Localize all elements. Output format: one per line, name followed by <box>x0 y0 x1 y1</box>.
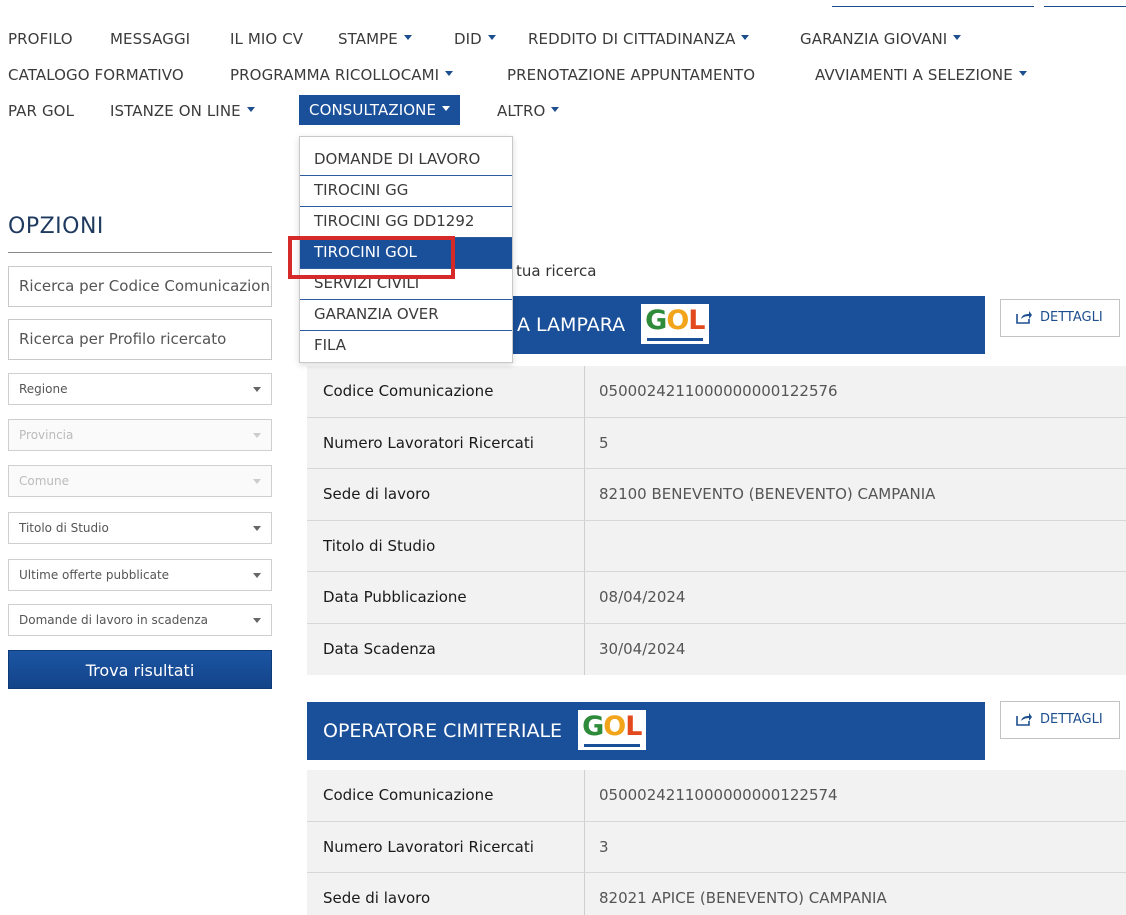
select-regione[interactable]: Regione <box>8 373 272 405</box>
share-icon <box>1016 712 1032 726</box>
gol-logo-bar <box>647 337 704 341</box>
gol-logo-bar <box>584 743 641 747</box>
result-card-header: OPERATORE CIMITERIALE GOL <box>307 702 985 760</box>
details-button[interactable]: DETTAGLI <box>1000 701 1120 739</box>
table-row: Codice Comunicazione 05000242110000000001… <box>307 770 1126 822</box>
nav-item-par-gol[interactable]: PAR GOL <box>8 96 74 126</box>
details-label: DETTAGLI <box>1040 310 1103 325</box>
share-icon <box>1016 310 1032 324</box>
gol-logo-text: GOL <box>645 304 705 336</box>
row-label: Sede di lavoro <box>323 889 431 907</box>
top-rule-right <box>1044 6 1126 7</box>
row-label: Codice Comunicazione <box>323 786 494 804</box>
sidebar-title: OPZIONI <box>8 214 104 239</box>
chevron-down-icon <box>253 433 261 438</box>
nav-item-reddito-di-cittadinanza[interactable]: REDDITO DI CITTADINANZA <box>528 24 750 54</box>
caret-down-icon <box>953 35 962 40</box>
nav-item-prenotazione-appuntamento[interactable]: PRENOTAZIONE APPUNTAMENTO <box>507 60 755 90</box>
row-value: 3 <box>599 837 609 856</box>
row-label: Numero Lavoratori Ricercati <box>323 837 534 856</box>
chevron-down-icon <box>253 479 261 484</box>
select-ultime-offerte[interactable]: Ultime offerte pubblicate <box>8 559 272 591</box>
nav-item-avviamenti-a-selezione[interactable]: AVVIAMENTI A SELEZIONE <box>815 60 1027 90</box>
nav-row-3: PAR GOL ISTANZE ON LINE CONSULTAZIONE AL… <box>0 95 1126 132</box>
result-title: OPERATORE CIMITERIALE <box>323 720 563 742</box>
gol-logo-text: GOL <box>582 710 642 742</box>
table-row: Codice Comunicazione 05000242110000000001… <box>307 366 1126 418</box>
main-nav: PROFILO MESSAGGI IL MIO CV STAMPE DID RE… <box>0 24 1126 132</box>
table-row: Sede di lavoro 82021 APICE (BENEVENTO) CA… <box>307 873 1126 915</box>
nav-item-catalogo-formativo[interactable]: CATALOGO FORMATIVO <box>8 60 184 90</box>
nav-item-profilo[interactable]: PROFILO <box>8 24 73 54</box>
row-label: Numero Lavoratori Ricercati <box>323 433 534 452</box>
highlight-box <box>288 236 455 279</box>
caret-down-icon <box>445 71 454 76</box>
row-value: 08/04/2024 <box>599 588 686 606</box>
row-value: 5 <box>599 433 609 452</box>
row-label: Data Pubblicazione <box>323 588 467 606</box>
table-row: Data Scadenza 30/04/2024 <box>307 624 1126 676</box>
row-label: Titolo di Studio <box>323 536 436 555</box>
result-title: A LAMPARA <box>517 314 626 336</box>
result-details-table: Codice Comunicazione 05000242110000000001… <box>307 366 1126 675</box>
menu-item-garanzia-over[interactable]: GARANZIA OVER <box>300 300 512 331</box>
search-code-input[interactable]: Ricerca per Codice Comunicazione <box>8 266 272 307</box>
gol-logo: GOL <box>578 709 647 750</box>
nav-item-garanzia-giovani[interactable]: GARANZIA GIOVANI <box>800 24 962 54</box>
row-value: 0500024211000000000122574 <box>599 786 838 804</box>
details-button[interactable]: DETTAGLI <box>1000 299 1120 337</box>
nav-item-messaggi[interactable]: MESSAGGI <box>110 24 190 54</box>
select-comune[interactable]: Comune <box>8 465 272 497</box>
caret-down-icon <box>442 106 451 111</box>
row-value: 82021 APICE (BENEVENTO) CAMPANIA <box>599 889 887 907</box>
chevron-down-icon <box>253 618 261 623</box>
menu-item-tirocini-gg-dd1292[interactable]: TIROCINI GG DD1292 <box>300 207 512 238</box>
caret-down-icon <box>487 35 496 40</box>
caret-down-icon <box>1018 71 1027 76</box>
chevron-down-icon <box>253 526 261 531</box>
caret-down-icon <box>246 107 255 112</box>
caret-down-icon <box>403 35 412 40</box>
chevron-down-icon <box>253 387 261 392</box>
find-results-button[interactable]: Trova risultati <box>8 650 272 689</box>
nav-item-programma-ricollocami[interactable]: PROGRAMMA RICOLLOCAMI <box>230 60 454 90</box>
nav-item-did[interactable]: DID <box>454 24 496 54</box>
row-label: Data Scadenza <box>323 639 436 658</box>
details-label: DETTAGLI <box>1040 712 1103 727</box>
menu-item-fila[interactable]: FILA <box>300 331 512 362</box>
row-value: 82100 BENEVENTO (BENEVENTO) CAMPANIA <box>599 485 936 503</box>
row-value: 30/04/2024 <box>599 639 686 658</box>
nav-item-il-mio-cv[interactable]: IL MIO CV <box>230 24 303 54</box>
select-titolo-di-studio[interactable]: Titolo di Studio <box>8 512 272 544</box>
table-row: Data Pubblicazione 08/04/2024 <box>307 572 1126 624</box>
chevron-down-icon <box>253 573 261 578</box>
select-domande-in-scadenza[interactable]: Domande di lavoro in scadenza <box>8 604 272 636</box>
table-row: Titolo di Studio <box>307 521 1126 572</box>
nav-row-2: CATALOGO FORMATIVO PROGRAMMA RICOLLOCAMI… <box>0 60 1126 96</box>
row-label: Sede di lavoro <box>323 485 431 503</box>
top-rule <box>832 6 1034 7</box>
row-label: Codice Comunicazione <box>323 382 494 400</box>
table-row: Sede di lavoro 82100 BENEVENTO (BENEVENTO… <box>307 469 1126 521</box>
caret-down-icon <box>551 107 560 112</box>
row-value: 0500024211000000000122576 <box>599 382 838 400</box>
result-details-table: Codice Comunicazione 05000242110000000001… <box>307 770 1126 915</box>
menu-item-domande-di-lavoro[interactable]: DOMANDE DI LAVORO <box>300 145 512 176</box>
caret-down-icon <box>741 35 750 40</box>
nav-item-consultazione[interactable]: CONSULTAZIONE <box>299 95 461 125</box>
gol-logo: GOL <box>641 303 710 344</box>
nav-item-stampe[interactable]: STAMPE <box>338 24 412 54</box>
nav-item-altro[interactable]: ALTRO <box>497 96 560 126</box>
search-summary-text: tua ricerca <box>516 262 597 280</box>
search-profile-input[interactable]: Ricerca per Profilo ricercato <box>8 319 272 360</box>
nav-item-istanze-on-line[interactable]: ISTANZE ON LINE <box>110 96 255 126</box>
nav-row-1: PROFILO MESSAGGI IL MIO CV STAMPE DID RE… <box>0 24 1126 60</box>
table-row: Numero Lavoratori Ricercati 5 <box>307 418 1126 469</box>
table-row: Numero Lavoratori Ricercati 3 <box>307 822 1126 873</box>
sidebar-divider <box>8 252 272 253</box>
select-provincia[interactable]: Provincia <box>8 419 272 451</box>
menu-item-tirocini-gg[interactable]: TIROCINI GG <box>300 176 512 207</box>
